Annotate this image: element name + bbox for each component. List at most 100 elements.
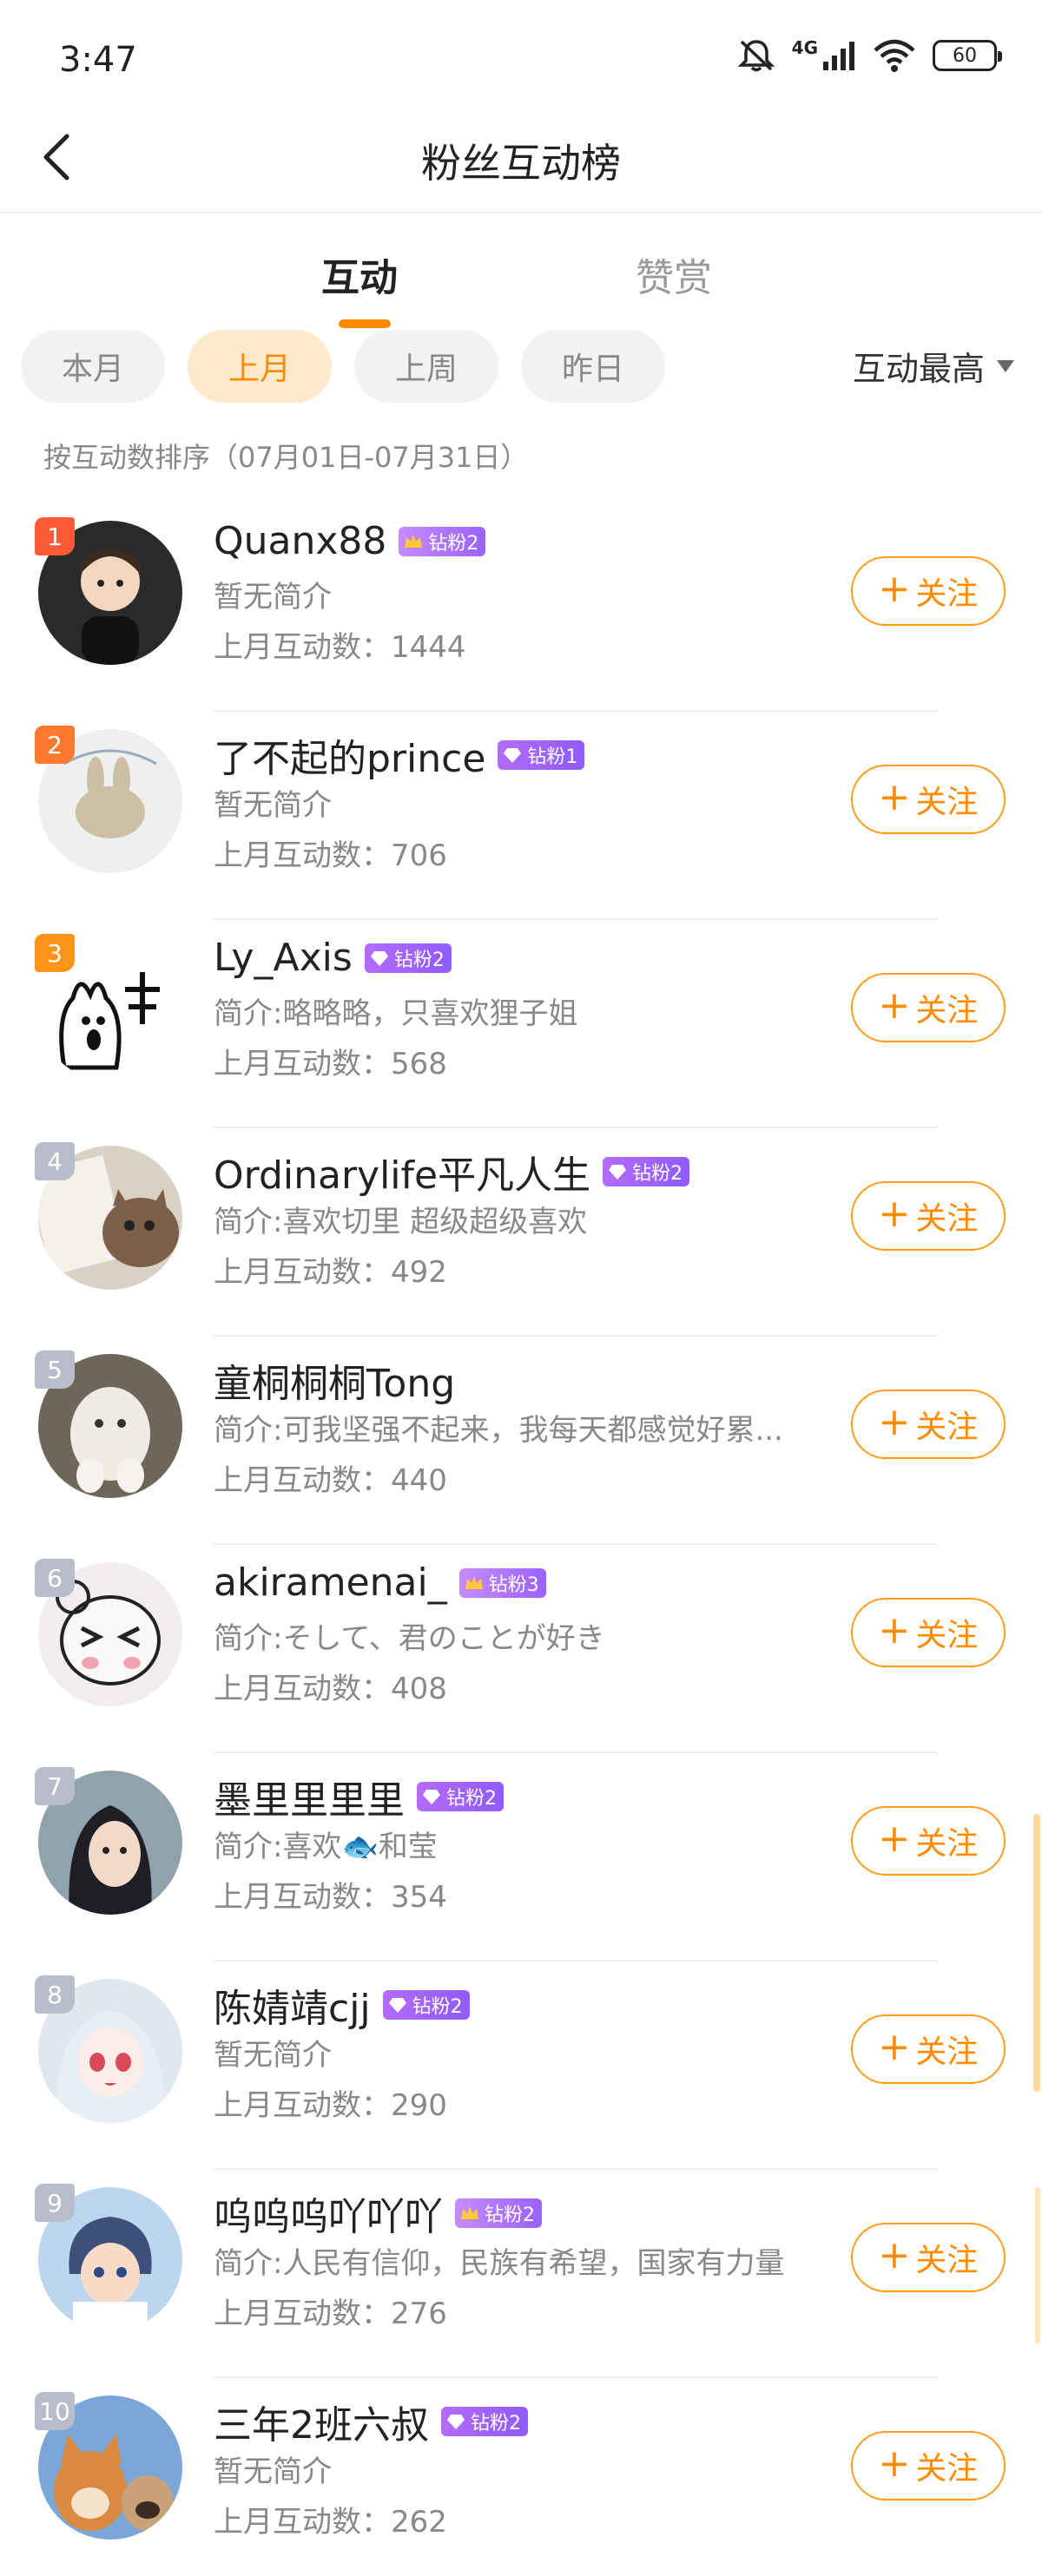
rank-badge: 7 [35, 1767, 75, 1805]
plus-icon: + [878, 1400, 911, 1444]
list-item[interactable]: 3 Ly_Axis 钻粉2 简介:略略略，只喜欢狸子姐 上月互动数：568 + 关… [0, 920, 1042, 1128]
fan-name[interactable]: 了不起的prince [214, 727, 485, 783]
rank-badge: 4 [35, 1142, 75, 1180]
list-item[interactable]: 4 Ordinarylife平凡人生 钻粉2 简介:喜欢切里 超级超级喜欢 上月… [0, 1128, 1042, 1337]
fan-name[interactable]: Ly_Axis [214, 936, 353, 980]
list-item[interactable]: 6 akiramenai_ 钻粉3 简介:そして、君のことが好き 上月互动数：4… [0, 1545, 1042, 1753]
follow-button[interactable]: + 关注 [851, 2431, 1006, 2500]
follow-label: 关注 [915, 1826, 979, 1862]
diamond-icon [368, 947, 391, 969]
fan-level-badge: 钻粉2 [417, 1782, 504, 1811]
interaction-count: 上月互动数：492 [214, 1255, 447, 1290]
sort-label: 互动最高 [852, 350, 985, 388]
rank-badge: 10 [35, 2392, 75, 2430]
badge-label: 钻粉2 [471, 2413, 521, 2435]
fan-bio: 简介:略略略，只喜欢狸子姐 [214, 996, 578, 1031]
follow-button[interactable]: + 关注 [851, 765, 1006, 834]
diamond-icon [606, 1160, 629, 1183]
wifi-icon [872, 38, 917, 73]
name-line: 三年2班六叔 钻粉2 [214, 2394, 528, 2449]
badge-label: 钻粉3 [488, 1574, 539, 1596]
fan-name[interactable]: 呜呜呜吖吖吖 [214, 2185, 443, 2241]
tab-interaction[interactable]: 互动 [321, 246, 398, 302]
fan-name[interactable]: akiramenai_ [214, 1561, 447, 1605]
follow-button[interactable]: + 关注 [851, 556, 1006, 626]
follow-button[interactable]: + 关注 [851, 1806, 1006, 1876]
follow-button[interactable]: + 关注 [851, 1390, 1006, 1459]
interaction-count: 上月互动数：440 [214, 1463, 447, 1498]
plus-icon: + [878, 1817, 911, 1861]
tab-bar: 互动 赞赏 [0, 234, 1042, 330]
rank-badge: 5 [35, 1350, 75, 1389]
plus-icon: + [878, 1192, 911, 1236]
scrollbar-thumb[interactable] [1033, 1814, 1040, 2092]
filter-last-month[interactable]: 上月 [188, 330, 332, 403]
follow-label: 关注 [915, 576, 979, 612]
fan-name[interactable]: 墨里里里里 [214, 1769, 405, 1824]
follow-label: 关注 [915, 1410, 979, 1445]
follow-label: 关注 [915, 993, 979, 1028]
interaction-count: 上月互动数：706 [214, 838, 447, 873]
badge-label: 钻粉2 [393, 949, 445, 971]
name-line: 呜呜呜吖吖吖 钻粉2 [214, 2185, 542, 2241]
list-item[interactable]: 8 陈婧靖cjj 钻粉2 暂无简介 上月互动数：290 + 关注 [0, 1962, 1042, 2170]
plus-icon: + [878, 775, 911, 819]
fan-list: 1 Quanx88 钻粉2 暂无简介 上月互动数：1444 + 关注 2 了不起的… [0, 503, 1042, 2576]
badge-label: 钻粉2 [485, 2205, 535, 2226]
fan-bio: 简介:そして、君のことが好き [214, 1621, 605, 1656]
fan-bio: 暂无简介 [214, 580, 332, 614]
list-item[interactable]: 9 呜呜呜吖吖吖 钻粉2 简介:人民有信仰，民族有希望，国家有力量 上月互动数：… [0, 2170, 1042, 2378]
name-line: Ly_Axis 钻粉2 [214, 936, 452, 980]
rank-badge: 9 [35, 2184, 75, 2222]
badge-label: 钻粉2 [412, 1996, 463, 2018]
plus-icon: + [878, 983, 911, 1028]
filter-yesterday[interactable]: 昨日 [521, 330, 665, 403]
fan-name[interactable]: 陈婧靖cjj [214, 1977, 371, 2033]
follow-button[interactable]: + 关注 [851, 2014, 1006, 2084]
fan-level-badge: 钻粉2 [399, 526, 486, 556]
fan-level-badge: 钻粉2 [603, 1157, 690, 1186]
crown-icon [402, 530, 425, 553]
interaction-count: 上月互动数：262 [214, 2505, 447, 2540]
follow-label: 关注 [915, 2034, 979, 2070]
fan-bio: 暂无简介 [214, 2454, 332, 2489]
fan-level-badge: 钻粉3 [458, 1567, 546, 1598]
name-line: akiramenai_ 钻粉3 [214, 1561, 546, 1605]
diamond-icon [386, 1994, 409, 2016]
name-line: Quanx88 钻粉2 [214, 519, 486, 563]
fan-name[interactable]: Quanx88 [214, 519, 386, 563]
filter-last-week[interactable]: 上周 [354, 330, 498, 403]
list-item[interactable]: 7 墨里里里里 钻粉2 简介:喜欢🐟和莹 上月互动数：354 + 关注 [0, 1753, 1042, 1962]
plus-icon: + [878, 2233, 911, 2277]
sort-description: 按互动数排序（07月01日-07月31日） [43, 441, 529, 474]
list-item[interactable]: 10 三年2班六叔 钻粉2 暂无简介 上月互动数：262 + 关注 [0, 2378, 1042, 2576]
badge-label: 钻粉2 [632, 1163, 683, 1185]
name-line: 童桐桐桐Tong [214, 1352, 455, 1408]
fan-bio: 暂无简介 [214, 788, 332, 823]
badge-label: 钻粉2 [428, 532, 479, 555]
status-bar: 3:47 4G 60 [0, 0, 1042, 104]
filter-this-month[interactable]: 本月 [21, 330, 165, 403]
fan-bio: 简介:喜欢🐟和莹 [214, 1830, 438, 1864]
follow-button[interactable]: + 关注 [851, 1181, 1006, 1251]
tab-reward[interactable]: 赞赏 [636, 246, 712, 302]
network-label: 4G [791, 37, 818, 58]
follow-button[interactable]: + 关注 [851, 973, 1006, 1042]
scrollbar-track-segment [1035, 2187, 1040, 2343]
follow-button[interactable]: + 关注 [851, 1598, 1006, 1667]
follow-button[interactable]: + 关注 [851, 2223, 1006, 2292]
signal-icon [821, 41, 856, 70]
plus-icon: + [878, 2025, 911, 2069]
battery-level: 60 [953, 44, 977, 67]
list-item[interactable]: 1 Quanx88 钻粉2 暂无简介 上月互动数：1444 + 关注 [0, 503, 1042, 712]
plus-icon: + [878, 1608, 911, 1653]
list-item[interactable]: 2 了不起的prince 钻粉1 暂无简介 上月互动数：706 + 关注 [0, 712, 1042, 920]
sort-dropdown[interactable]: 互动最高 [853, 342, 1014, 390]
fan-name[interactable]: 童桐桐桐Tong [214, 1352, 455, 1408]
badge-label: 钻粉1 [527, 746, 578, 768]
fan-name[interactable]: Ordinarylife平凡人生 [214, 1144, 590, 1199]
rank-badge: 8 [35, 1975, 75, 2014]
list-item[interactable]: 5 童桐桐桐Tong 简介:可我坚强不起来，我每天都感觉好累... 上月互动数：… [0, 1337, 1042, 1545]
name-line: 陈婧靖cjj 钻粉2 [214, 1977, 470, 2033]
fan-name[interactable]: 三年2班六叔 [214, 2394, 429, 2449]
